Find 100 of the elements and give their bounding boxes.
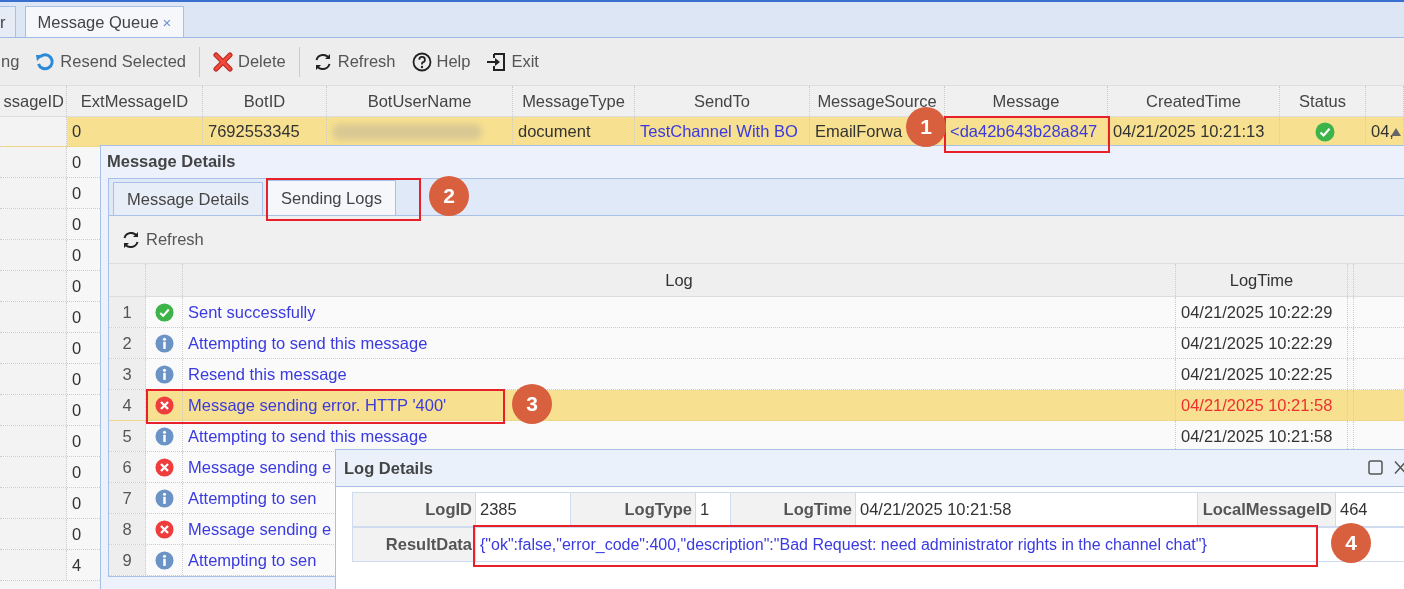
scroll-up-icon[interactable] [1391, 128, 1401, 136]
log-message[interactable]: Sent successfully [188, 302, 316, 322]
cell-link[interactable]: TestChannel With BO [640, 122, 798, 141]
log-message[interactable]: Attempting to send this message [188, 426, 428, 446]
log-message[interactable]: Message sending e [188, 457, 332, 477]
toolbar-button[interactable]: Delete [207, 47, 292, 76]
log-message[interactable]: Attempting to send this message [188, 333, 428, 353]
table-row[interactable]: 2 Attempting to send this message 04/21/2025 10:22:29 [109, 328, 1404, 359]
table-cell: 4 [72, 555, 82, 575]
log-time: 04/21/2025 10:21:58 [1181, 426, 1333, 446]
table-cell: 0 [72, 400, 82, 420]
log-message[interactable]: Resend this message [188, 364, 347, 384]
cell-link[interactable]: <da42b643b28a847 [950, 122, 1098, 141]
info-icon [154, 488, 174, 508]
table-cell: 0 [72, 214, 82, 234]
table-cell: 0 [72, 431, 82, 451]
field-value: 04/21/2025 10:21:58 [860, 500, 1012, 519]
close-icon[interactable] [1394, 460, 1404, 475]
column-header: ssageID [3, 91, 65, 111]
field-value: 1 [700, 500, 710, 519]
undo-arrow-icon [35, 51, 56, 72]
dialog-title: Message Details [106, 151, 237, 172]
row-number: 9 [122, 550, 132, 570]
table-cell: document [518, 122, 591, 141]
field-label: LogTime [783, 500, 852, 519]
check-icon [1315, 121, 1335, 142]
info-icon [154, 426, 174, 446]
log-message[interactable]: Attempting to sen [188, 550, 317, 570]
column-header: LogTime [1229, 270, 1294, 290]
row-number: 8 [122, 519, 132, 539]
table-cell: 0 [72, 183, 82, 203]
row-number: 6 [122, 457, 132, 477]
table-cell: 0 [72, 152, 82, 172]
column-header: BotUserName [367, 91, 472, 111]
column-header: SendTo [694, 91, 750, 111]
result-data: {"ok":false,"error_code":400,"description":"Bad Request: need administrator rights in the channel chat"} [480, 535, 1207, 554]
log-message[interactable]: Attempting to sen [188, 488, 317, 508]
table-cell: 0 [72, 524, 82, 544]
table-cell: 0 [72, 307, 82, 327]
table-cell: 7692553345 [208, 122, 300, 141]
tab[interactable]: Sending Logs [267, 180, 396, 215]
table-cell: 0 [72, 493, 82, 513]
log-time: 04/21/2025 10:22:25 [1181, 364, 1333, 384]
row-number: 7 [122, 488, 132, 508]
dialog-title: Log Details [344, 458, 433, 478]
tab[interactable]: Message Details [113, 182, 263, 215]
row-number: 2 [122, 333, 132, 353]
exit-icon [486, 51, 507, 72]
log-time: 04/21/2025 10:22:29 [1181, 333, 1333, 353]
info-icon [154, 364, 174, 384]
log-message[interactable]: Message sending e [188, 519, 332, 539]
field-label: LogID [425, 500, 472, 519]
tab[interactable]: r [0, 6, 16, 37]
row-number: 1 [122, 302, 132, 322]
table-cell: 0 [72, 122, 82, 141]
field-label: LogType [624, 500, 692, 519]
table-cell: 0 [72, 276, 82, 296]
toolbar-button[interactable]: ng [0, 48, 26, 75]
delete-icon [213, 51, 234, 72]
error-icon [154, 519, 174, 539]
table-row[interactable]: 3 Resend this message 04/21/2025 10:22:25 [109, 359, 1404, 390]
refresh-icon [121, 229, 141, 250]
toolbar-button[interactable]: Refresh [306, 47, 402, 76]
check-icon [154, 302, 174, 322]
log-time: 04/21/2025 10:21:58 [1181, 395, 1333, 415]
log-message[interactable]: Message sending error. HTTP '400' [188, 395, 447, 415]
table-row[interactable]: 1 Sent successfully 04/21/2025 10:22:29 [109, 297, 1404, 328]
table-cell: 0 [72, 369, 82, 389]
refresh-button[interactable]: Refresh [115, 225, 210, 254]
toolbar-button[interactable]: Help [405, 47, 477, 76]
column-header: CreatedTime [1146, 91, 1241, 111]
column-header: Status [1299, 91, 1346, 111]
log-time: 04/21/2025 10:22:29 [1181, 302, 1333, 322]
error-icon [154, 395, 174, 415]
table-cell: 0 [72, 245, 82, 265]
toolbar-button[interactable]: Resend Selected [29, 47, 193, 76]
column-header: MessageType [522, 91, 625, 111]
maximize-icon[interactable] [1368, 460, 1383, 475]
table-cell: 04/21/2025 10:21:13 [1113, 122, 1265, 141]
help-icon [411, 51, 432, 72]
table-cell: 0 [72, 338, 82, 358]
column-header: ExtMessageID [80, 91, 189, 111]
row-number: 4 [122, 395, 132, 415]
info-icon [154, 333, 174, 353]
column-header: Message [992, 91, 1060, 111]
field-label: ResultData [385, 535, 472, 554]
table-cell: 0 [72, 462, 82, 482]
column-header: Log [665, 270, 693, 290]
table-cell: EmailForwa [815, 122, 903, 141]
error-icon [154, 457, 174, 477]
table-cell: 04, [1371, 122, 1394, 141]
field-value: 464 [1340, 500, 1368, 519]
row-number: 5 [122, 426, 132, 446]
field-value: 2385 [480, 500, 517, 519]
row-number: 3 [122, 364, 132, 384]
toolbar-button[interactable]: Exit [480, 47, 545, 76]
field-label: LocalMessageID [1202, 500, 1332, 519]
info-icon [154, 550, 174, 570]
column-header: BotID [243, 91, 286, 111]
tab[interactable]: Message Queue × [24, 6, 185, 37]
